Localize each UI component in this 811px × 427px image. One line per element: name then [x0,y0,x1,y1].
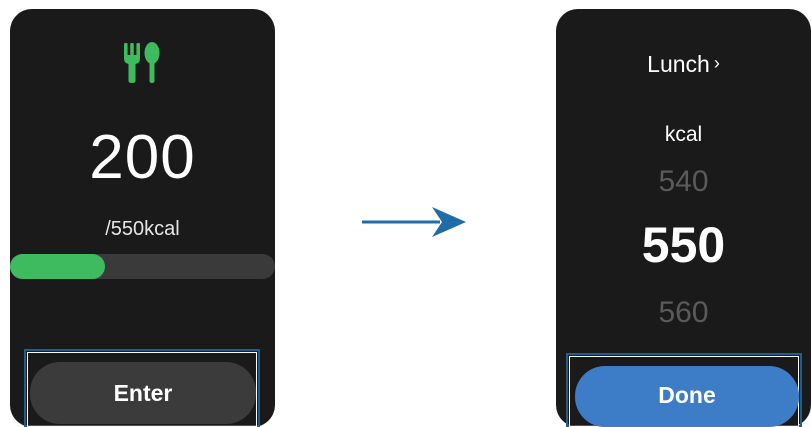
picker-next-value[interactable]: 560 [556,298,811,328]
unit-label: kcal [664,123,703,146]
calorie-value: 200 [89,123,196,192]
enter-button[interactable]: Enter [30,362,256,424]
picker-selected-value[interactable]: 550 [556,220,811,270]
calorie-progress-bar [10,254,275,279]
fork-spoon-icon [124,42,160,83]
meal-selector[interactable]: Lunch › [556,53,811,76]
chevron-right-icon: › [713,53,720,73]
meal-label: Lunch [647,51,710,77]
picker-previous-value[interactable]: 540 [556,167,811,197]
calorie-progress-fill [10,254,106,279]
calorie-target: /550kcal [105,218,180,240]
done-button[interactable]: Done [575,366,799,427]
right-arrow-icon [362,207,466,237]
